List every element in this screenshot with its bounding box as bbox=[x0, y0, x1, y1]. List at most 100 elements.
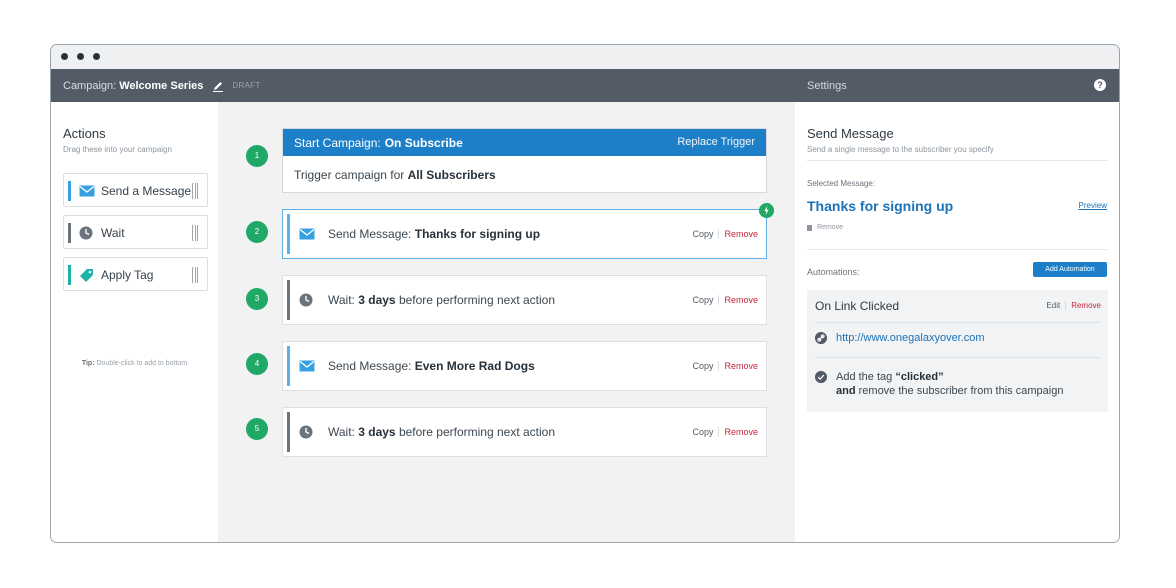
step-card-wait[interactable]: Wait: 3 days before performing next acti… bbox=[282, 407, 767, 457]
app-window: Campaign: Welcome Series DRAFT Settings … bbox=[50, 44, 1120, 543]
window-dot-icon[interactable] bbox=[77, 53, 84, 60]
action-label: Send a Message bbox=[101, 184, 192, 198]
copy-button[interactable]: Copy bbox=[692, 295, 713, 305]
step-prefix: Wait: bbox=[328, 425, 355, 439]
replace-trigger-button[interactable]: Replace Trigger bbox=[677, 136, 755, 148]
campaign-name[interactable]: Welcome Series bbox=[119, 80, 203, 92]
link-icon bbox=[815, 332, 827, 344]
step-prefix: Send Message: bbox=[328, 359, 412, 373]
clock-icon bbox=[299, 293, 313, 307]
help-icon[interactable]: ? bbox=[1094, 79, 1106, 91]
automations-label: Automations: bbox=[807, 267, 860, 277]
pencil-icon[interactable] bbox=[212, 80, 224, 92]
step-bold: 3 days bbox=[358, 425, 396, 439]
window-titlebar bbox=[51, 45, 1119, 69]
step-color-bar bbox=[287, 346, 290, 386]
trigger-body-prefix: Trigger campaign for bbox=[294, 168, 405, 182]
step-number-badge: 3 bbox=[246, 288, 268, 310]
selected-message-label: Selected Message: bbox=[807, 179, 876, 188]
window-dot-icon[interactable] bbox=[61, 53, 68, 60]
trigger-title-value: On Subscribe bbox=[384, 135, 463, 150]
divider bbox=[718, 361, 720, 371]
action-label: Apply Tag bbox=[101, 268, 154, 282]
copy-button[interactable]: Copy bbox=[692, 229, 713, 239]
selected-message-title[interactable]: Thanks for signing up bbox=[807, 198, 953, 214]
trigger-title-prefix: Start Campaign: bbox=[294, 135, 381, 150]
drag-handle-icon[interactable] bbox=[192, 225, 198, 241]
step-card-send-message[interactable]: Send Message: Even More Rad Dogs Copy Re… bbox=[282, 341, 767, 391]
campaign-label: Campaign: bbox=[63, 79, 117, 92]
remove-button[interactable]: Remove bbox=[724, 361, 758, 371]
automation-action-row: Add the tag “clicked” and remove the sub… bbox=[815, 370, 1063, 398]
action-color-bar bbox=[68, 265, 71, 285]
step-bold: Even More Rad Dogs bbox=[414, 359, 535, 373]
lightning-icon bbox=[759, 203, 774, 218]
step-number-badge: 5 bbox=[246, 418, 268, 440]
step-color-bar bbox=[287, 412, 290, 452]
trigger-body-value: All Subscribers bbox=[407, 168, 496, 182]
drag-handle-icon[interactable] bbox=[192, 267, 198, 283]
automation-action-line: and remove the subscriber from this camp… bbox=[836, 384, 1063, 398]
divider bbox=[718, 229, 720, 239]
step-actions: Copy Remove bbox=[692, 427, 758, 437]
copy-button[interactable]: Copy bbox=[692, 427, 713, 437]
copy-button[interactable]: Copy bbox=[692, 361, 713, 371]
divider bbox=[718, 295, 720, 305]
tip-label: Tip: bbox=[81, 360, 95, 367]
step-text: Send Message: Even More Rad Dogs bbox=[328, 359, 535, 373]
automation-link[interactable]: http://www.onegalaxyover.com bbox=[836, 332, 985, 344]
actions-tip: Tip: Double-click to add to bottom bbox=[51, 360, 218, 367]
divider bbox=[815, 322, 1100, 323]
tip-text: Double-click to add to bottom bbox=[96, 360, 188, 367]
trash-icon bbox=[807, 224, 812, 231]
trigger-card[interactable]: Start Campaign: On Subscribe Replace Tri… bbox=[282, 128, 767, 193]
remove-button[interactable]: Remove bbox=[724, 295, 758, 305]
step-actions: Copy Remove bbox=[692, 295, 758, 305]
step-color-bar bbox=[287, 214, 290, 254]
action-item-apply-tag[interactable]: Apply Tag bbox=[63, 257, 208, 291]
step-card-send-message[interactable]: Send Message: Thanks for signing up Copy… bbox=[282, 203, 774, 259]
actions-title: Actions bbox=[63, 126, 106, 141]
automation-title: On Link Clicked bbox=[815, 299, 900, 313]
window-dot-icon[interactable] bbox=[93, 53, 100, 60]
remove-button[interactable]: Remove bbox=[724, 427, 758, 437]
action-color-bar bbox=[68, 223, 71, 243]
step-suffix: before performing next action bbox=[398, 293, 556, 307]
settings-panel: Send Message Send a single message to th… bbox=[795, 102, 1119, 542]
clock-icon bbox=[299, 425, 313, 439]
step-card-wait[interactable]: Wait: 3 days before performing next acti… bbox=[282, 275, 767, 325]
actions-panel: Actions Drag these into your campaign Se… bbox=[51, 102, 218, 542]
step-bold: Thanks for signing up bbox=[414, 227, 541, 241]
automation-card: On Link Clicked Edit Remove http://www.o… bbox=[807, 290, 1108, 412]
envelope-icon bbox=[299, 228, 315, 240]
step-number-badge: 1 bbox=[246, 145, 268, 167]
action-suffix: remove the subscriber from this campaign bbox=[858, 385, 1064, 397]
action-label: Wait bbox=[101, 226, 125, 240]
action-color-bar bbox=[68, 181, 71, 201]
drag-handle-icon[interactable] bbox=[192, 183, 198, 199]
divider bbox=[807, 249, 1108, 250]
step-actions: Copy Remove bbox=[692, 229, 758, 239]
actions-subtitle: Drag these into your campaign bbox=[63, 145, 172, 154]
remove-button[interactable]: Remove bbox=[724, 229, 758, 239]
trigger-header: Start Campaign: On Subscribe Replace Tri… bbox=[283, 129, 766, 156]
automation-action-line: Add the tag “clicked” bbox=[815, 370, 1063, 384]
step-actions: Copy Remove bbox=[692, 361, 758, 371]
step-text: Send Message: Thanks for signing up bbox=[328, 227, 540, 241]
campaign-title-area: Campaign: Welcome Series DRAFT bbox=[63, 69, 261, 102]
action-item-wait[interactable]: Wait bbox=[63, 215, 208, 249]
step-text: Wait: 3 days before performing next acti… bbox=[328, 425, 555, 439]
add-automation-button[interactable]: Add Automation bbox=[1033, 262, 1107, 277]
step-suffix: before performing next action bbox=[398, 425, 556, 439]
details-title: Send Message bbox=[807, 126, 894, 141]
clock-icon bbox=[79, 226, 93, 240]
action-and: and bbox=[836, 385, 856, 397]
edit-button[interactable]: Edit bbox=[1046, 301, 1060, 310]
remove-message-button[interactable]: Remove bbox=[807, 224, 843, 231]
preview-link[interactable]: Preview bbox=[1079, 201, 1107, 210]
action-tag: “clicked” bbox=[895, 371, 944, 383]
campaign-header: Campaign: Welcome Series DRAFT Settings … bbox=[51, 69, 1119, 102]
remove-button[interactable]: Remove bbox=[1071, 301, 1101, 310]
trigger-body: Trigger campaign for All Subscribers bbox=[283, 156, 766, 194]
action-item-send-message[interactable]: Send a Message bbox=[63, 173, 208, 207]
